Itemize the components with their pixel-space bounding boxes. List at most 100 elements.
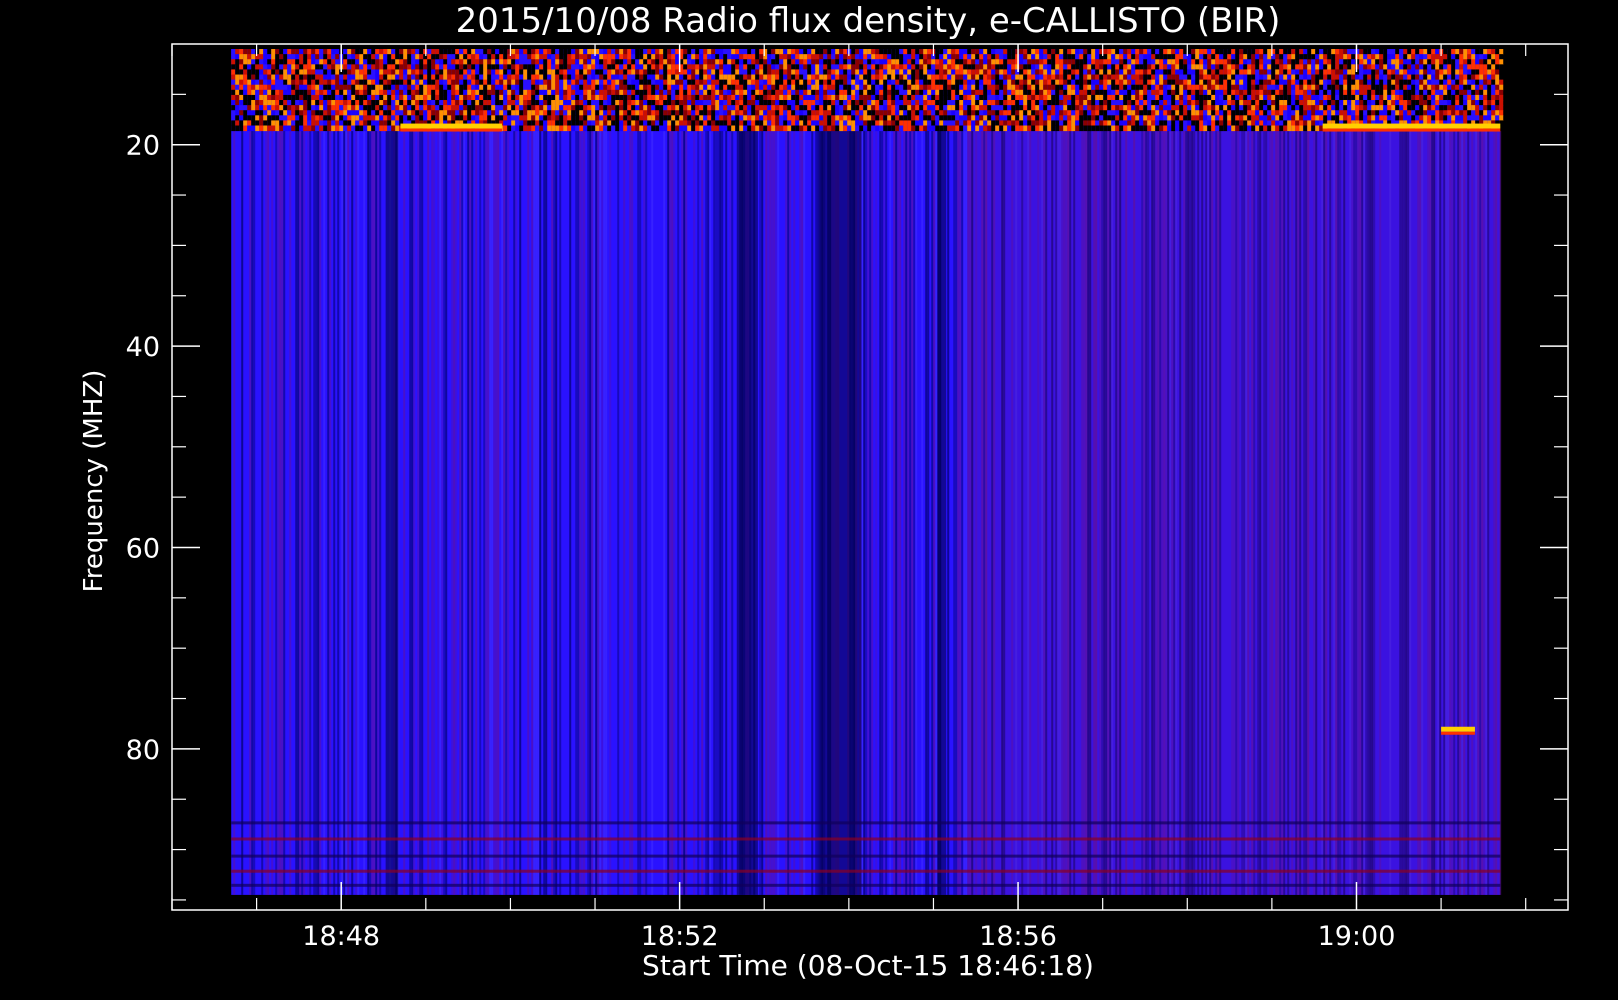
- band-cell: [1463, 100, 1468, 106]
- band-cell: [1299, 74, 1304, 81]
- band-cell: [375, 69, 380, 76]
- band-cell: [579, 110, 584, 116]
- band-cell: [1231, 69, 1236, 76]
- band-cell: [855, 84, 860, 91]
- band-cell: [455, 74, 460, 81]
- band-cell: [1311, 89, 1316, 96]
- band-cell: [539, 94, 544, 101]
- band-cell: [583, 110, 588, 116]
- band-cell: [1019, 100, 1024, 106]
- band-cell: [1191, 89, 1196, 96]
- band-cell: [751, 59, 756, 65]
- band-cell: [579, 115, 584, 121]
- band-cell: [579, 74, 584, 81]
- band-cell: [1059, 94, 1064, 101]
- heatmap-stripe: [553, 130, 556, 895]
- band-cell: [435, 69, 440, 76]
- band-cell: [511, 110, 516, 116]
- band-cell: [587, 120, 592, 127]
- band-cell: [1379, 59, 1384, 65]
- band-cell: [707, 94, 712, 101]
- band-cell: [387, 120, 392, 127]
- band-cell: [1307, 84, 1312, 91]
- band-cell: [999, 100, 1004, 106]
- band-cell: [535, 84, 540, 91]
- band-cell: [923, 49, 928, 55]
- band-cell: [1131, 110, 1136, 116]
- band-cell: [1391, 79, 1396, 86]
- band-cell: [955, 89, 960, 96]
- band-cell: [1283, 94, 1288, 101]
- band-cell: [543, 84, 548, 91]
- band-cell: [1287, 54, 1292, 60]
- band-cell: [339, 94, 344, 101]
- band-cell: [1347, 79, 1352, 86]
- band-cell: [1323, 94, 1328, 101]
- band-cell: [1319, 115, 1324, 121]
- band-cell: [1363, 110, 1368, 116]
- band-cell: [1191, 94, 1196, 101]
- band-cell: [879, 105, 884, 111]
- band-cell: [1495, 110, 1500, 116]
- band-cell: [507, 69, 512, 76]
- band-cell: [671, 54, 676, 60]
- band-cell: [1271, 69, 1276, 76]
- band-cell: [1287, 115, 1292, 121]
- band-cell: [231, 69, 236, 76]
- band-cell: [635, 74, 640, 81]
- heatmap-stripe: [369, 130, 372, 895]
- band-cell: [683, 74, 688, 81]
- band-cell: [1347, 49, 1352, 55]
- band-cell: [1203, 94, 1208, 101]
- band-cell: [923, 69, 928, 76]
- band-cell: [447, 110, 452, 116]
- band-cell: [1031, 115, 1036, 121]
- band-cell: [659, 110, 664, 116]
- band-cell: [267, 59, 272, 65]
- band-cell: [947, 94, 952, 101]
- band-cell: [799, 115, 804, 121]
- band-cell: [787, 59, 792, 65]
- band-cell: [371, 110, 376, 116]
- band-cell: [1307, 59, 1312, 65]
- band-cell: [1311, 105, 1316, 111]
- band-cell: [599, 120, 604, 127]
- band-cell: [807, 94, 812, 101]
- band-cell: [895, 69, 900, 76]
- band-cell: [1327, 79, 1332, 86]
- band-cell: [1159, 74, 1164, 81]
- band-cell: [1087, 64, 1092, 70]
- band-cell: [1443, 74, 1448, 81]
- band-cell: [659, 54, 664, 60]
- heatmap-stripe: [497, 130, 500, 895]
- band-cell: [1047, 49, 1052, 55]
- band-cell: [431, 79, 436, 86]
- band-cell: [643, 94, 648, 101]
- band-cell: [611, 89, 616, 96]
- band-cell: [763, 89, 768, 96]
- band-cell: [719, 110, 724, 116]
- heatmap-stripe: [337, 130, 340, 895]
- heatmap-stripe: [251, 130, 254, 895]
- band-cell: [439, 94, 444, 101]
- band-cell: [423, 79, 428, 86]
- band-cell: [1211, 110, 1216, 116]
- band-cell: [691, 69, 696, 76]
- band-cell: [507, 105, 512, 111]
- band-cell: [775, 100, 780, 106]
- band-cell: [1403, 49, 1408, 55]
- band-cell: [1415, 94, 1420, 101]
- band-cell: [547, 49, 552, 55]
- band-cell: [875, 100, 880, 106]
- band-cell: [851, 94, 856, 101]
- band-cell: [463, 59, 468, 65]
- band-cell: [895, 49, 900, 55]
- band-cell: [1223, 105, 1228, 111]
- band-cell: [735, 89, 740, 96]
- band-cell: [735, 105, 740, 111]
- band-cell: [1479, 100, 1484, 106]
- band-cell: [395, 74, 400, 81]
- band-cell: [847, 89, 852, 96]
- band-cell: [291, 54, 296, 60]
- band-cell: [1063, 54, 1068, 60]
